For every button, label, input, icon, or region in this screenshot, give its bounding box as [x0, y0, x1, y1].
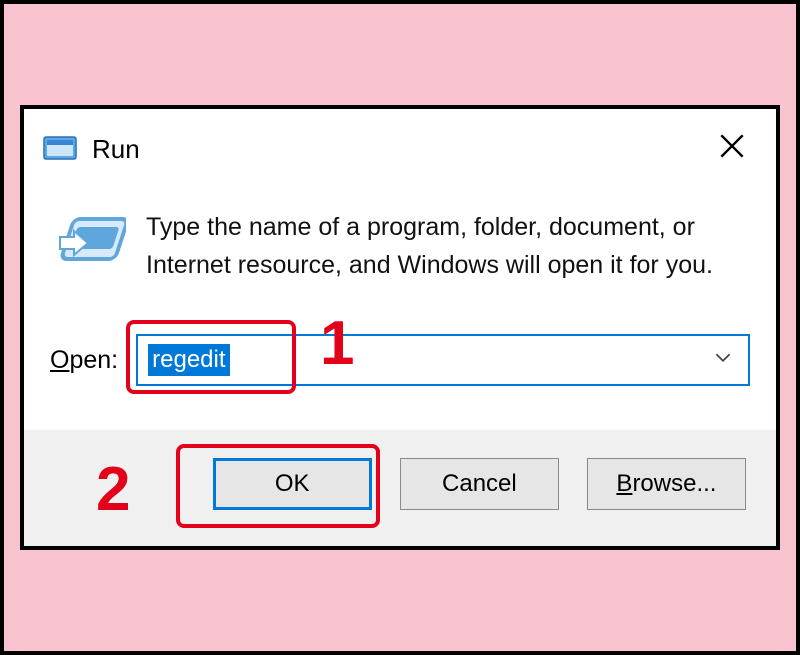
titlebar: Run [24, 109, 776, 189]
cancel-button-label: Cancel [442, 470, 517, 498]
content-area: Type the name of a program, folder, docu… [24, 189, 776, 334]
button-bar: OK Cancel Browse... 2 [24, 430, 776, 546]
cancel-button[interactable]: Cancel [400, 458, 559, 510]
browse-button[interactable]: Browse... [587, 458, 746, 510]
run-app-icon [42, 131, 78, 167]
run-dialog: Run Type the name of a program, folder [20, 105, 780, 550]
page-background: Run Type the name of a program, folder [4, 4, 796, 651]
open-row: Open: regedit 1 [24, 334, 776, 430]
open-input-value: regedit [148, 344, 229, 376]
open-combobox[interactable]: regedit [136, 334, 750, 386]
close-icon [716, 130, 748, 162]
dialog-description: Type the name of a program, folder, docu… [146, 209, 746, 284]
dialog-title: Run [92, 134, 706, 165]
chevron-down-icon[interactable] [712, 347, 734, 374]
open-label: Open: [50, 346, 118, 375]
annotation-number-2: 2 [96, 454, 130, 525]
browse-button-label: Browse... [616, 470, 716, 498]
run-program-icon [54, 213, 126, 271]
ok-button-label: OK [275, 470, 310, 498]
ok-button[interactable]: OK [213, 458, 372, 510]
close-button[interactable] [706, 126, 758, 173]
